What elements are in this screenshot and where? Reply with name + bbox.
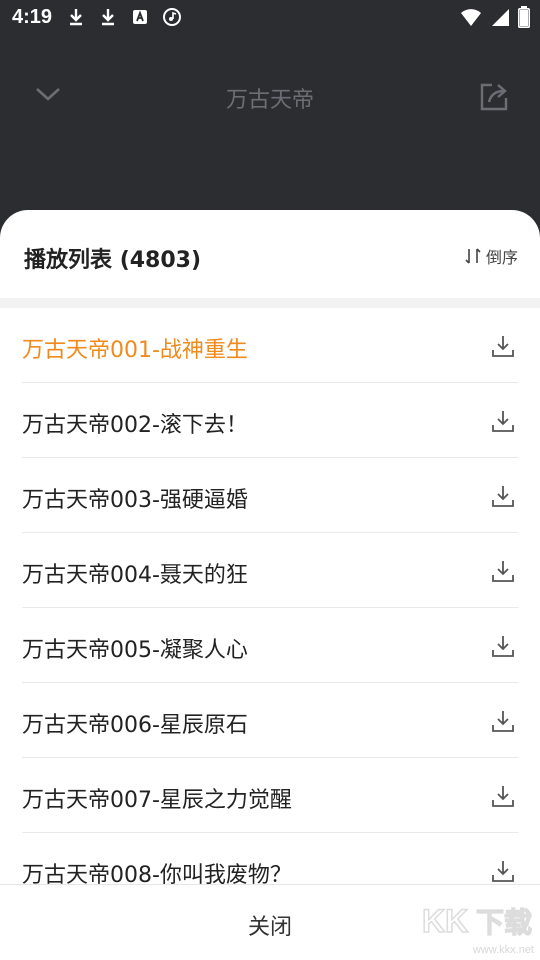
watermark-logo: KK 下载 www.kkx.net	[420, 898, 536, 958]
status-time: 4:19	[12, 6, 53, 28]
battery-icon	[518, 6, 530, 28]
music-icon	[163, 8, 181, 26]
download-icon[interactable]	[490, 558, 516, 584]
list-item[interactable]: 万古天帝002-滚下去！	[22, 383, 518, 458]
episode-list: 万古天帝001-战神重生 万古天帝002-滚下去！ 万古天帝003-强硬逼婚 万…	[0, 308, 540, 908]
wifi-icon	[461, 9, 481, 26]
player-title: 万古天帝	[225, 88, 314, 113]
status-bar: 4:19	[0, 0, 540, 36]
episode-title: 万古天帝001-战神重生	[22, 338, 248, 363]
playlist-title: 播放列表 (4803)	[24, 242, 201, 274]
header-divider	[0, 298, 540, 308]
list-item[interactable]: 万古天帝001-战神重生	[22, 308, 518, 383]
episode-title: 万古天帝004-聂天的狂	[22, 563, 248, 588]
episode-title: 万古天帝005-凝聚人心	[22, 638, 248, 663]
playlist-count: (4803)	[119, 248, 202, 273]
sort-icon	[465, 248, 481, 264]
playlist-header: 播放列表 (4803) 倒序	[0, 210, 540, 298]
svg-text:下载: 下载	[476, 906, 532, 939]
playlist-sheet: 播放列表 (4803) 倒序 万古天帝001-战神重生 万古天帝002-滚下去！…	[0, 210, 540, 960]
share-icon[interactable]	[476, 80, 510, 114]
download-icon[interactable]	[490, 783, 516, 809]
svg-text:KK: KK	[422, 903, 468, 939]
episode-title: 万古天帝003-强硬逼婚	[22, 488, 248, 513]
download-icon	[102, 9, 114, 26]
watermark-url: www.kkx.net	[472, 944, 534, 956]
list-item[interactable]: 万古天帝006-星辰原石	[22, 683, 518, 758]
player-top-bar: 万古天帝	[0, 36, 540, 156]
download-icon[interactable]	[490, 633, 516, 659]
system-icons	[460, 6, 530, 28]
episode-title: 万古天帝006-星辰原石	[22, 713, 248, 738]
episode-title: 万古天帝007-星辰之力觉醒	[22, 788, 292, 813]
playlist-title-text: 播放列表	[24, 248, 113, 273]
sort-label: 倒序	[485, 248, 518, 267]
download-icon[interactable]	[490, 483, 516, 509]
signal-icon	[492, 9, 509, 26]
list-item[interactable]: 万古天帝003-强硬逼婚	[22, 458, 518, 533]
download-icon[interactable]	[490, 333, 516, 359]
episode-title: 万古天帝002-滚下去！	[22, 413, 248, 438]
download-icon[interactable]	[490, 408, 516, 434]
list-item[interactable]: 万古天帝004-聂天的狂	[22, 533, 518, 608]
download-icon	[70, 9, 82, 26]
list-item[interactable]: 万古天帝007-星辰之力觉醒	[22, 758, 518, 833]
download-icon[interactable]	[490, 858, 516, 884]
notification-icons	[66, 7, 182, 27]
download-icon[interactable]	[490, 708, 516, 734]
font-a-icon	[133, 10, 147, 24]
kkx-logo-icon: KK 下载	[421, 902, 532, 940]
sort-button[interactable]: 倒序	[464, 244, 518, 268]
list-item[interactable]: 万古天帝005-凝聚人心	[22, 608, 518, 683]
